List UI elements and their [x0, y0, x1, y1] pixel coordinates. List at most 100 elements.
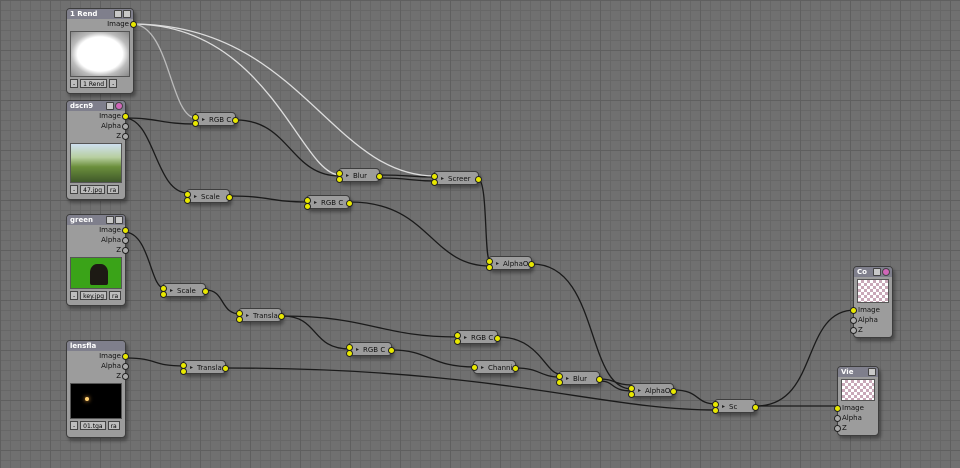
alpha-socket[interactable] [122, 123, 129, 130]
collapse-arrow-icon[interactable]: ▸ [722, 400, 725, 414]
input-socket[interactable] [486, 264, 493, 271]
image-socket[interactable] [130, 21, 137, 28]
node-preview-toggle-icon[interactable] [868, 368, 876, 376]
image-socket[interactable] [850, 307, 857, 314]
input-socket[interactable] [184, 197, 191, 204]
layer-name-field[interactable]: 1 Rend [80, 79, 108, 88]
node-preview-toggle-icon[interactable] [873, 268, 881, 276]
input-socket[interactable] [431, 179, 438, 186]
output-socket[interactable] [202, 288, 209, 295]
image-node-dscn[interactable]: dscn9 Image Alpha Z -47.jpg ra [66, 100, 129, 200]
blur-node-1[interactable]: ▸ Blur [336, 168, 383, 183]
input-socket[interactable] [471, 364, 478, 371]
output-socket[interactable] [670, 388, 677, 395]
output-socket[interactable] [512, 365, 519, 372]
collapse-arrow-icon[interactable]: ▸ [481, 361, 484, 375]
layer-refresh-button[interactable]: - [109, 79, 118, 88]
composite-output-node[interactable]: Co Image Alpha Z [850, 266, 893, 338]
image-name-field[interactable]: key.jpg [80, 291, 108, 300]
layer-select-button[interactable]: - [70, 79, 79, 88]
node-preview-toggle-icon[interactable] [106, 216, 114, 224]
input-socket[interactable] [454, 338, 461, 345]
image-socket[interactable] [834, 405, 841, 412]
collapse-arrow-icon[interactable]: ▸ [356, 343, 359, 357]
scale-node-1[interactable]: ▸ Scale [184, 189, 233, 204]
node-header[interactable]: green [67, 215, 125, 225]
input-socket[interactable] [336, 176, 343, 183]
input-socket[interactable] [346, 350, 353, 357]
alpha-socket[interactable] [122, 237, 129, 244]
collapse-arrow-icon[interactable]: ▸ [246, 309, 249, 323]
image-node-green[interactable]: green Image Alpha Z - key.jpg ra [66, 214, 129, 306]
image-name-field[interactable]: 47.jpg [80, 185, 105, 194]
screen-mix-node-2[interactable]: ▸ Sc [712, 399, 759, 414]
node-header[interactable]: lensfla [67, 341, 125, 351]
scale-node-2[interactable]: ▸ Scale [160, 283, 209, 298]
image-reload-button[interactable]: ra [109, 291, 122, 300]
node-header[interactable]: 1 Rend [67, 9, 133, 19]
output-socket[interactable] [596, 376, 603, 383]
output-socket[interactable] [388, 347, 395, 354]
image-browse-button[interactable]: - [70, 291, 79, 300]
alpha-over-node-2[interactable]: ▸ AlphaO [628, 383, 677, 398]
collapse-arrow-icon[interactable]: ▸ [202, 113, 205, 127]
rgb-curves-node-3[interactable]: ▸ RGB C [454, 330, 501, 345]
collapse-arrow-icon[interactable]: ▸ [314, 196, 317, 210]
input-socket[interactable] [628, 391, 635, 398]
blur-node-2[interactable]: ▸ Blur [556, 371, 603, 386]
node-hide-toggle-icon[interactable] [123, 10, 131, 18]
screen-mix-node[interactable]: ▸ Screer [431, 171, 482, 186]
collapse-arrow-icon[interactable]: ▸ [346, 169, 349, 183]
node-preview-toggle-icon[interactable] [114, 10, 122, 18]
output-socket[interactable] [222, 365, 229, 372]
collapse-arrow-icon[interactable]: ▸ [194, 190, 197, 204]
node-header[interactable]: dscn9 [67, 101, 125, 111]
translate-node-2[interactable]: ▸ Transla [180, 360, 229, 375]
output-socket[interactable] [232, 117, 239, 124]
collapse-arrow-icon[interactable]: ▸ [441, 172, 444, 186]
node-color-icon[interactable] [115, 102, 123, 110]
output-socket[interactable] [346, 200, 353, 207]
rgb-curves-node-1[interactable]: ▸ RGB C [192, 112, 239, 127]
input-socket[interactable] [180, 368, 187, 375]
image-browse-button[interactable]: - [70, 185, 79, 194]
image-socket[interactable] [122, 113, 129, 120]
input-socket[interactable] [556, 379, 563, 386]
input-socket[interactable] [192, 120, 199, 127]
output-socket[interactable] [475, 176, 482, 183]
alpha-over-node-1[interactable]: ▸ AlphaO [486, 256, 535, 271]
z-socket[interactable] [834, 425, 841, 432]
collapse-arrow-icon[interactable]: ▸ [170, 284, 173, 298]
input-socket[interactable] [236, 316, 243, 323]
collapse-arrow-icon[interactable]: ▸ [638, 384, 641, 398]
output-socket[interactable] [278, 313, 285, 320]
viewer-output-node[interactable]: Vie Image Alpha Z [834, 366, 879, 436]
input-socket[interactable] [712, 407, 719, 414]
collapse-arrow-icon[interactable]: ▸ [496, 257, 499, 271]
image-socket[interactable] [122, 353, 129, 360]
z-socket[interactable] [122, 373, 129, 380]
output-socket[interactable] [226, 194, 233, 201]
output-socket[interactable] [494, 335, 501, 342]
output-socket[interactable] [376, 173, 383, 180]
rgb-curves-node-4[interactable]: ▸ RGB C [346, 342, 395, 357]
input-socket[interactable] [160, 291, 167, 298]
output-socket[interactable] [528, 261, 535, 268]
collapse-arrow-icon[interactable]: ▸ [464, 331, 467, 345]
render-layers-node[interactable]: 1 Rend Image -1 Rend - [66, 8, 137, 94]
image-browse-button[interactable]: - [70, 421, 79, 430]
image-node-lensfla[interactable]: lensfla Image Alpha Z -01.tga ra [66, 340, 129, 438]
node-hide-toggle-icon[interactable] [115, 216, 123, 224]
image-socket[interactable] [122, 227, 129, 234]
alpha-socket[interactable] [850, 317, 857, 324]
node-preview-toggle-icon[interactable] [106, 102, 114, 110]
image-name-field[interactable]: 01.tga [80, 421, 106, 430]
translate-node-1[interactable]: ▸ Transla [236, 308, 285, 323]
rgb-curves-node-2[interactable]: ▸ RGB C [304, 195, 353, 210]
z-socket[interactable] [122, 247, 129, 254]
collapse-arrow-icon[interactable]: ▸ [566, 372, 569, 386]
channel-key-node[interactable]: ▸ Channi [471, 360, 519, 375]
z-socket[interactable] [850, 327, 857, 334]
node-color-icon[interactable] [882, 268, 890, 276]
node-header[interactable]: Co [854, 267, 892, 277]
